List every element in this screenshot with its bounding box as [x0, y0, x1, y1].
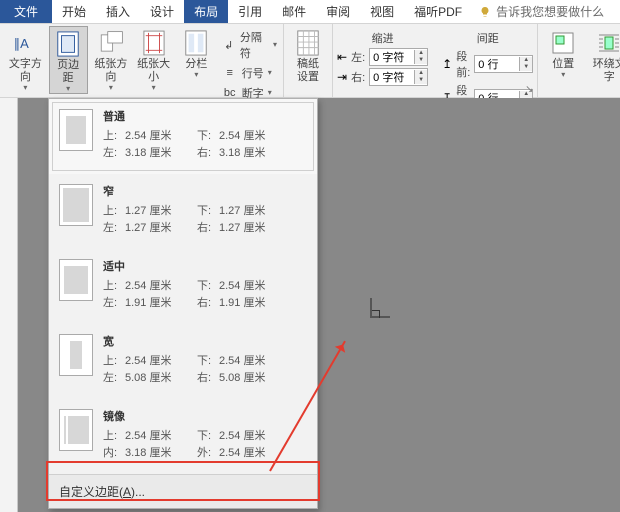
margin-thumb-icon	[59, 334, 93, 376]
custom-margins-item[interactable]: 自定义边距(A)...	[49, 474, 317, 508]
margin-option-0[interactable]: 普通上:2.54 厘米下:2.54 厘米左:3.18 厘米右:3.18 厘米	[49, 99, 317, 174]
margin-thumb-icon	[59, 409, 93, 451]
bulb-icon	[478, 5, 492, 19]
draft-paper-icon	[292, 28, 324, 58]
tab-bar: 文件 开始 插入 设计 布局 引用 邮件 审阅 视图 福听PDF 告诉我您想要做…	[0, 0, 620, 24]
spin-up[interactable]: ▲	[520, 57, 532, 64]
breaks-button[interactable]: ↲分隔符▾	[220, 28, 279, 62]
margin-option-name: 镜像	[103, 409, 307, 426]
tab-review[interactable]: 审阅	[316, 0, 360, 23]
tab-layout[interactable]: 布局	[184, 0, 228, 23]
tab-mail[interactable]: 邮件	[272, 0, 316, 23]
spin-down[interactable]: ▼	[520, 64, 532, 71]
spin-down[interactable]: ▼	[415, 77, 427, 84]
indent-left-icon: ⇤	[337, 50, 347, 64]
chevron-down-icon: ▾	[23, 84, 27, 92]
margin-thumb-icon	[59, 109, 93, 151]
margin-option-name: 窄	[103, 184, 307, 201]
margin-option-name: 宽	[103, 334, 307, 351]
margins-button[interactable]: 页边距 ▾	[49, 26, 88, 94]
indent-right-icon: ⇥	[337, 70, 347, 84]
indent-right-input[interactable]: ▲▼	[369, 68, 428, 86]
margin-thumb-icon	[59, 184, 93, 226]
tell-me-text: 告诉我您想要做什么	[496, 3, 604, 20]
spin-up[interactable]: ▲	[415, 70, 427, 77]
line-numbers-icon: ≡	[222, 65, 238, 81]
cursor-marker	[372, 310, 382, 320]
tell-me[interactable]: 告诉我您想要做什么	[472, 0, 604, 23]
space-before-input[interactable]: ▲▼	[474, 55, 533, 73]
tab-file[interactable]: 文件	[0, 0, 52, 23]
position-icon	[547, 28, 579, 58]
chevron-down-icon: ▾	[152, 84, 156, 92]
columns-button[interactable]: 分栏 ▾	[177, 26, 216, 79]
chevron-down-icon: ▾	[66, 85, 70, 93]
page-corner	[350, 278, 390, 318]
paragraph-launcher[interactable]: ↘	[523, 83, 535, 95]
indent-left-input[interactable]: ▲▼	[369, 48, 428, 66]
tab-design[interactable]: 设计	[140, 0, 184, 23]
spacing-title: 间距	[442, 30, 533, 46]
spin-down[interactable]: ▼	[415, 57, 427, 64]
ribbon: ∥A 文字方向 ▾ 页边距 ▾ 纸张方向 ▾	[0, 24, 620, 98]
tab-insert[interactable]: 插入	[96, 0, 140, 23]
margin-option-name: 普通	[103, 109, 307, 126]
margins-dropdown: 普通上:2.54 厘米下:2.54 厘米左:3.18 厘米右:3.18 厘米窄上…	[48, 98, 318, 509]
svg-text:∥A: ∥A	[14, 36, 30, 51]
draft-paper-button[interactable]: 稿纸 设置	[288, 26, 328, 84]
margins-icon	[52, 29, 84, 59]
margin-option-name: 适中	[103, 259, 307, 276]
margin-thumb-icon	[59, 259, 93, 301]
spin-up[interactable]: ▲	[415, 50, 427, 57]
orientation-button[interactable]: 纸张方向 ▾	[92, 26, 131, 92]
chevron-down-icon: ▾	[194, 71, 198, 79]
wrap-text-button[interactable]: 环绕文字	[588, 26, 620, 84]
size-button[interactable]: 纸张大小 ▾	[134, 26, 173, 92]
position-button[interactable]: 位置 ▾	[542, 26, 584, 79]
columns-icon	[180, 28, 212, 58]
tab-references[interactable]: 引用	[228, 0, 272, 23]
text-direction-button[interactable]: ∥A 文字方向 ▾	[6, 26, 45, 92]
tab-foxit[interactable]: 福听PDF	[404, 0, 472, 23]
tab-view[interactable]: 视图	[360, 0, 404, 23]
tab-home[interactable]: 开始	[52, 0, 96, 23]
vertical-ruler	[0, 98, 18, 512]
margin-option-2[interactable]: 适中上:2.54 厘米下:2.54 厘米左:1.91 厘米右:1.91 厘米	[49, 249, 317, 324]
line-numbers-button[interactable]: ≡行号▾	[220, 64, 279, 82]
margin-option-1[interactable]: 窄上:1.27 厘米下:1.27 厘米左:1.27 厘米右:1.27 厘米	[49, 174, 317, 249]
indent-title: 缩进	[337, 30, 428, 46]
page-size-icon	[138, 28, 170, 58]
margin-option-4[interactable]: 镜像上:2.54 厘米下:2.54 厘米内:3.18 厘米外:2.54 厘米	[49, 399, 317, 474]
wrap-text-icon	[593, 28, 620, 58]
text-direction-icon: ∥A	[9, 28, 41, 58]
chevron-down-icon: ▾	[109, 84, 113, 92]
margin-option-3[interactable]: 宽上:2.54 厘米下:2.54 厘米左:5.08 厘米右:5.08 厘米	[49, 324, 317, 399]
orientation-icon	[95, 28, 127, 58]
space-before-icon: ↥	[442, 57, 452, 71]
breaks-icon: ↲	[222, 37, 236, 53]
